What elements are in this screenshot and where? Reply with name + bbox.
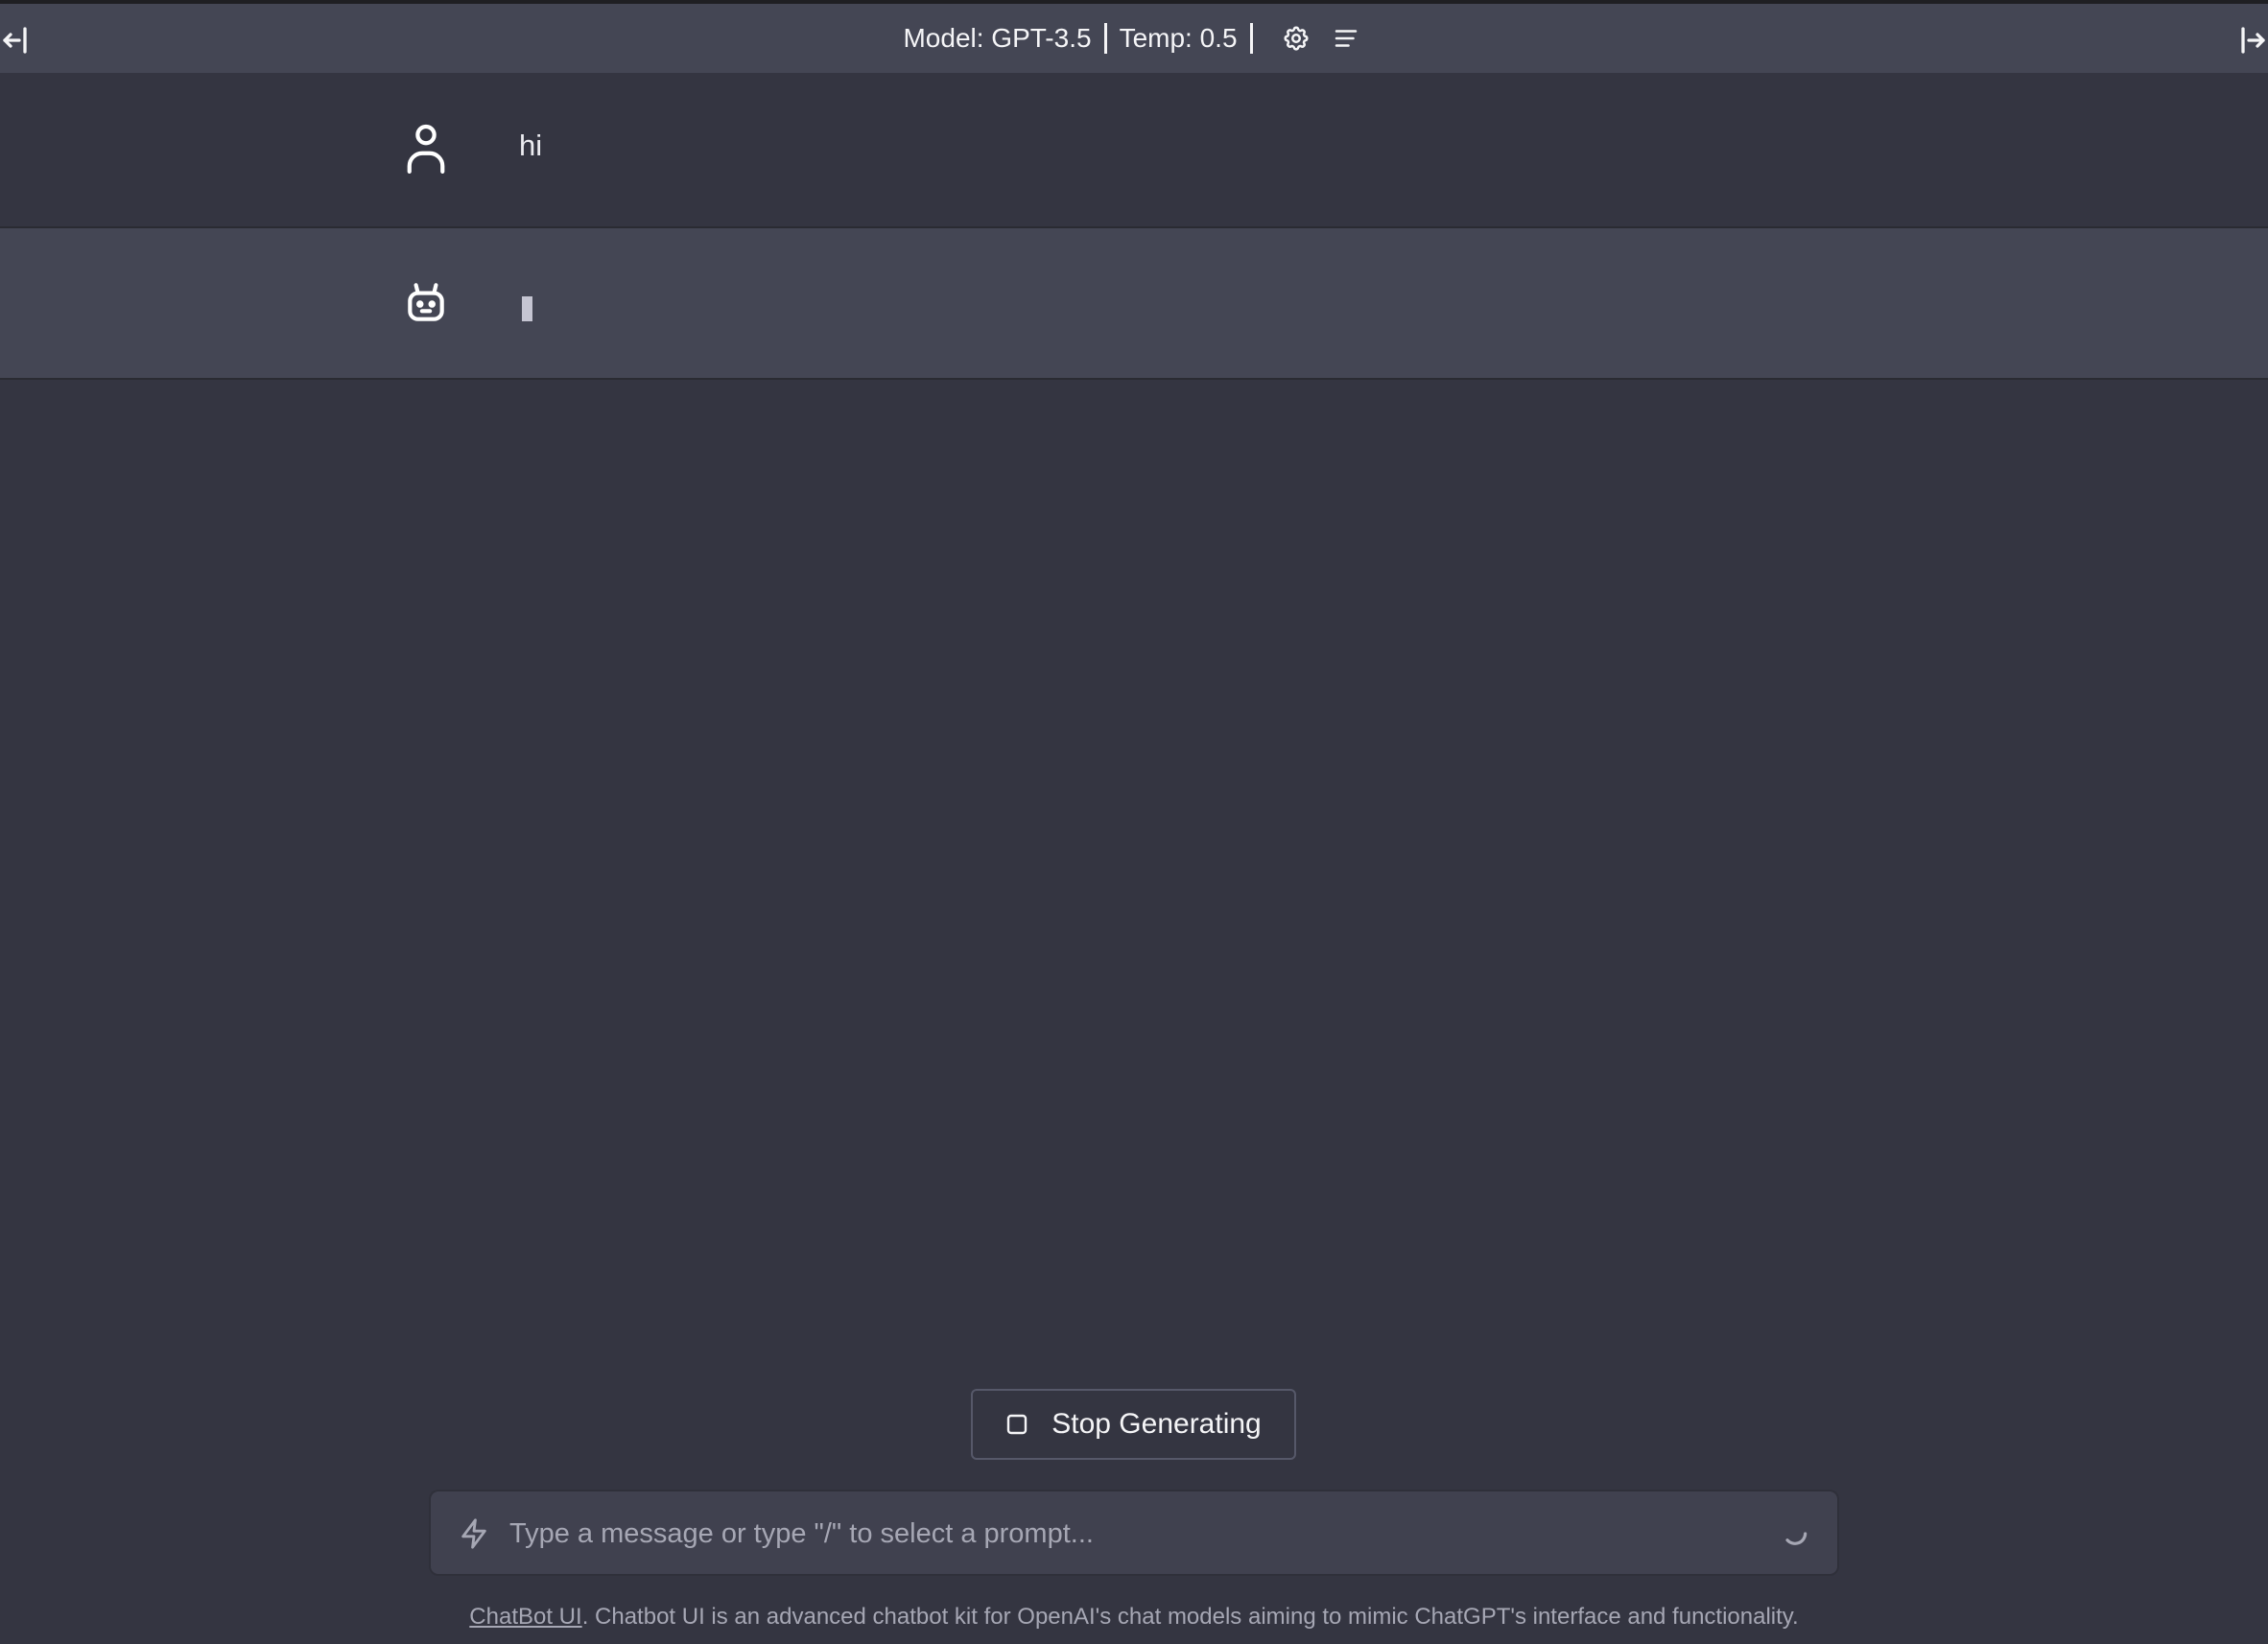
arrow-bar-right-icon[interactable]	[2230, 21, 2268, 59]
chat-header: Model: GPT-3.5 Temp: 0.5	[0, 4, 2268, 73]
arrow-bar-left-icon[interactable]	[0, 21, 38, 59]
typing-cursor	[522, 296, 532, 321]
user-icon	[399, 121, 453, 175]
chat-app: Model: GPT-3.5 Temp: 0.5 hi Stop Generat…	[0, 0, 2268, 1644]
message-input[interactable]	[508, 1511, 1759, 1557]
clear-conversation-icon[interactable]	[1327, 19, 1365, 58]
stop-generating-label: Stop Generating	[1051, 1408, 1262, 1440]
user-message-text: hi	[519, 129, 543, 162]
assistant-message-row	[0, 228, 2268, 380]
user-message-row: hi	[0, 73, 2268, 228]
model-label: Model: GPT-3.5	[903, 23, 1092, 53]
temperature-label: Temp: 0.5	[1119, 23, 1238, 53]
bolt-icon[interactable]	[458, 1515, 490, 1557]
message-input-box	[429, 1490, 1839, 1576]
stop-generating-button[interactable]: Stop Generating	[971, 1389, 1296, 1460]
footer-disclaimer: ChatBot UI. Chatbot UI is an advanced ch…	[0, 1604, 2268, 1631]
settings-icon[interactable]	[1277, 19, 1315, 58]
header-divider	[1103, 23, 1107, 54]
loading-spinner-icon	[1780, 1518, 1810, 1554]
robot-icon	[399, 276, 453, 330]
header-divider	[1249, 23, 1253, 54]
stop-square-icon	[1005, 1413, 1028, 1436]
footer-text: . Chatbot UI is an advanced chatbot kit …	[581, 1604, 1799, 1630]
chatbot-ui-link[interactable]: ChatBot UI	[469, 1604, 581, 1630]
